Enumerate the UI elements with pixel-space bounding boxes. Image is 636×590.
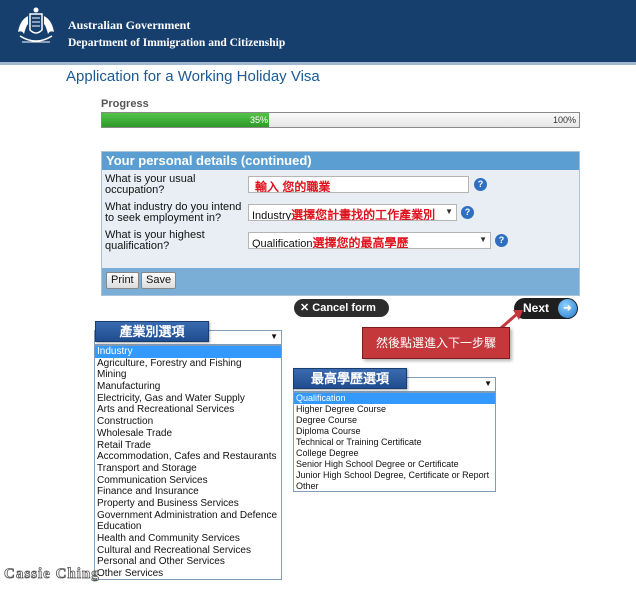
occupation-note: 輸入 您的職業 xyxy=(255,180,331,193)
occupation-input[interactable]: 輸入 您的職業 xyxy=(248,176,469,193)
industry-label: What industry do you intend to seek empl… xyxy=(105,201,242,224)
industry-option-list: Industry Agriculture, Forestry and Fishin… xyxy=(94,345,282,580)
progress-bar: 35% 100% xyxy=(101,112,580,128)
qualification-option[interactable]: Other xyxy=(294,481,495,491)
industry-option[interactable]: Accommodation, Cafes and Restaurants xyxy=(95,451,281,463)
department-name: Department of Immigration and Citizenshi… xyxy=(68,37,286,49)
print-button[interactable]: Print xyxy=(106,272,139,289)
qualification-note: 選擇您的最高學歷 xyxy=(312,236,409,249)
header-divider xyxy=(0,62,636,65)
qualification-options-tag: 最高學歷選項 xyxy=(293,368,407,389)
watermark: Cassie Ching xyxy=(4,566,100,583)
industry-option[interactable]: Other Services xyxy=(95,568,281,579)
industry-option[interactable]: Electricity, Gas and Water Supply xyxy=(95,393,281,405)
progress-value: 35% xyxy=(249,115,268,125)
chevron-down-icon: ▼ xyxy=(479,235,487,244)
section-title: Your personal details (continued) xyxy=(102,152,579,170)
government-name: Australian Government xyxy=(68,18,191,32)
qualification-label: What is your highest qualification? xyxy=(105,229,205,252)
industry-option[interactable]: Industry xyxy=(95,346,281,358)
qualification-select-value: Qualification xyxy=(252,238,313,249)
industry-option[interactable]: Government Administration and Defence xyxy=(95,510,281,522)
industry-select-value: Industry xyxy=(252,210,292,221)
progress-max: 100% xyxy=(552,115,576,125)
qualification-option[interactable]: Technical or Training Certificate xyxy=(294,437,495,448)
industry-option[interactable]: Personal and Other Services xyxy=(95,556,281,568)
industry-option[interactable]: Wholesale Trade xyxy=(95,428,281,440)
qualification-option[interactable]: Higher Degree Course xyxy=(294,404,495,415)
arrow-right-icon: ➜ xyxy=(558,299,577,318)
page-title: Application for a Working Holiday Visa xyxy=(66,68,320,85)
next-step-callout: 然後點選進入下一步驟 xyxy=(362,327,510,359)
close-icon: ✕ xyxy=(300,302,310,314)
progress-label: Progress xyxy=(101,98,149,110)
industry-option[interactable]: Retail Trade xyxy=(95,440,281,452)
coat-of-arms-logo xyxy=(18,7,54,43)
qualification-select[interactable]: Qualification選擇您的最高學歷 ▼ xyxy=(248,232,491,249)
cancel-form-label: Cancel form xyxy=(312,302,376,314)
government-header: Australian Government Department of Immi… xyxy=(0,0,636,62)
cancel-form-button[interactable]: ✕ Cancel form xyxy=(294,299,389,317)
qualification-option[interactable]: Senior High School Degree or Certificate xyxy=(294,459,495,470)
industry-option[interactable]: Arts and Recreational Services xyxy=(95,404,281,416)
industry-option[interactable]: Mining xyxy=(95,369,281,381)
question-icon[interactable]: ? xyxy=(495,234,508,247)
industry-option[interactable]: Transport and Storage xyxy=(95,463,281,475)
industry-option[interactable]: Finance and Insurance xyxy=(95,486,281,498)
panel-footer: Print Save xyxy=(102,268,579,295)
industry-select[interactable]: Industry選擇您計畫找的工作產業別 ▼ xyxy=(248,204,457,221)
qualification-option[interactable]: Degree Course xyxy=(294,415,495,426)
industry-option[interactable]: Agriculture, Forestry and Fishing xyxy=(95,358,281,370)
progress-fill xyxy=(102,113,269,127)
question-icon[interactable]: ? xyxy=(461,206,474,219)
chevron-down-icon: ▼ xyxy=(270,332,278,341)
industry-note: 選擇您計畫找的工作產業別 xyxy=(291,208,436,221)
industry-option[interactable]: Education xyxy=(95,521,281,533)
chevron-down-icon: ▼ xyxy=(484,379,492,388)
qualification-option[interactable]: Qualification xyxy=(294,393,495,404)
industry-options-tag: 產業別選項 xyxy=(95,321,209,342)
save-button[interactable]: Save xyxy=(141,272,177,289)
industry-option[interactable]: Manufacturing xyxy=(95,381,281,393)
question-icon[interactable]: ? xyxy=(474,178,487,191)
occupation-label: What is your usual occupation? xyxy=(105,173,196,196)
qualification-option[interactable]: College Degree xyxy=(294,448,495,459)
qualification-option-list: Qualification Higher Degree Course Degree … xyxy=(293,392,496,492)
industry-option[interactable]: Health and Community Services xyxy=(95,533,281,545)
qualification-option[interactable]: Diploma Course xyxy=(294,426,495,437)
qualification-option[interactable]: Junior High School Degree, Certificate o… xyxy=(294,470,495,481)
industry-option[interactable]: Construction xyxy=(95,416,281,428)
industry-option[interactable]: Property and Business Services xyxy=(95,498,281,510)
industry-option[interactable]: Cultural and Recreational Services xyxy=(95,545,281,557)
industry-option[interactable]: Communication Services xyxy=(95,475,281,487)
personal-details-panel: Your personal details (continued) What i… xyxy=(101,151,580,296)
chevron-down-icon: ▼ xyxy=(445,207,453,216)
